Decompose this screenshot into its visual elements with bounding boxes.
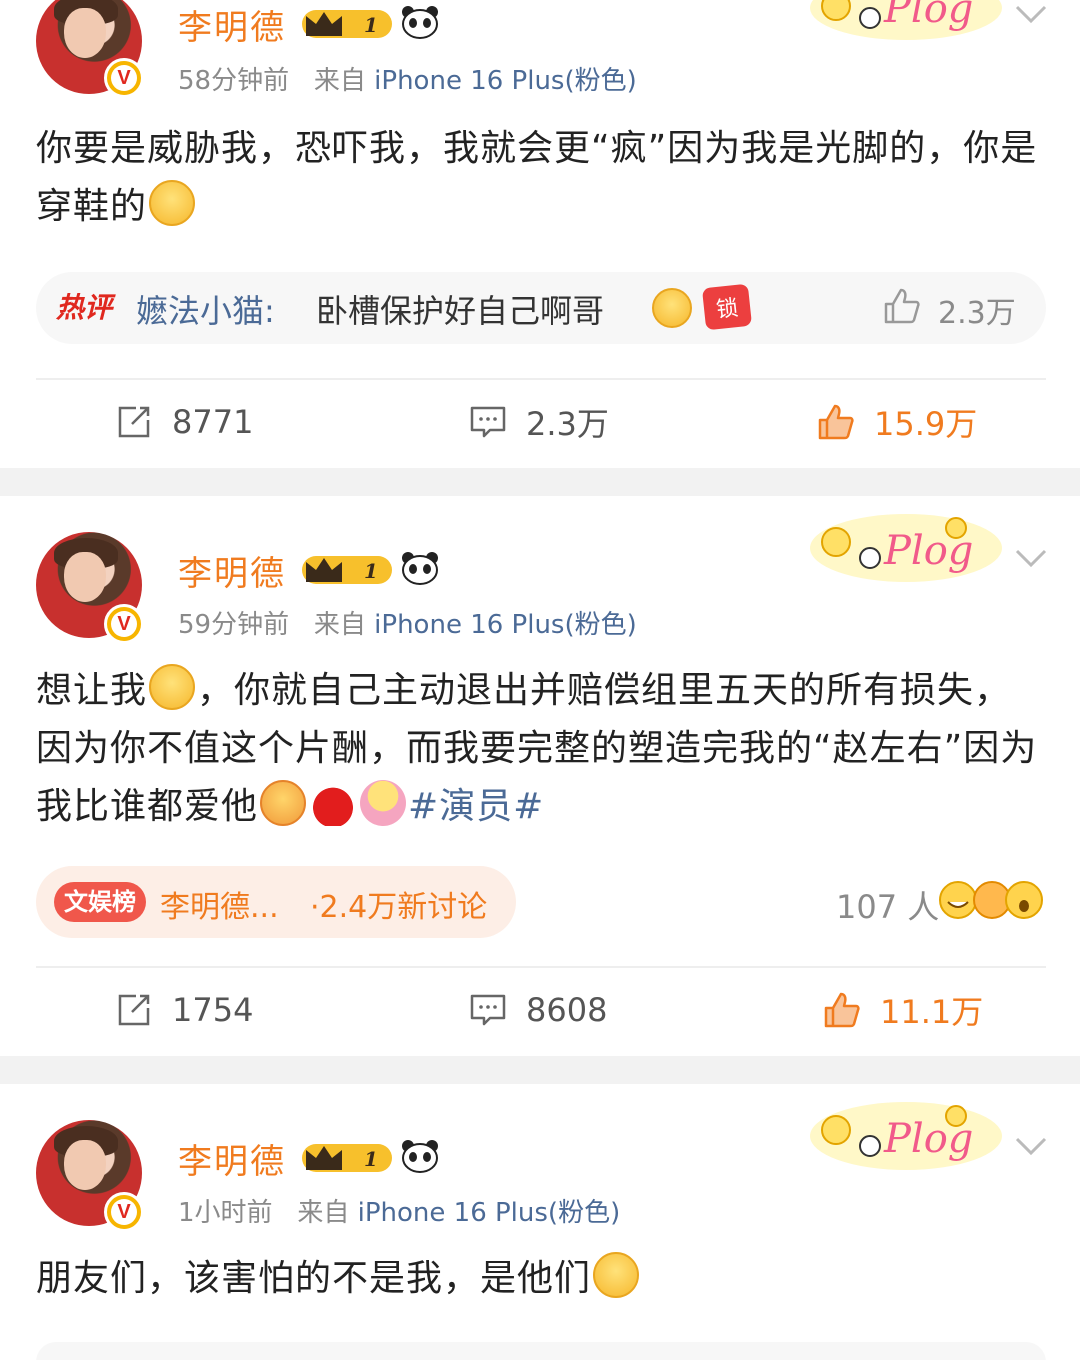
device-source[interactable]: iPhone 16 Plus(粉色): [374, 610, 637, 640]
post-meta: 58分钟前 来自 iPhone 16 Plus(粉色): [178, 60, 637, 97]
verified-badge-icon: V: [104, 58, 144, 98]
repost-button[interactable]: 1754: [114, 990, 253, 1030]
from-label: 来自: [297, 1198, 350, 1228]
hot-comment-user[interactable]: 嬷法小猫:: [136, 286, 275, 332]
chevron-down-icon[interactable]: [1014, 548, 1048, 568]
post-time: 58分钟前: [178, 66, 290, 96]
plog-sticker-icon: Plog: [810, 514, 1002, 582]
hot-comment[interactable]: [36, 1342, 1046, 1360]
post-text: 你要是威胁我，恐吓我，我就会更“疯”因为我是光脚的，你是穿鞋的: [36, 128, 1038, 227]
post-card: V 李明德 1 58分钟前 来自 iPhone 16 Plus(粉色) Plog…: [0, 0, 1080, 468]
post-card: V 李明德 1 1小时前 来自 iPhone 16 Plus(粉色) Plog …: [0, 1084, 1080, 1360]
from-label: 来自: [313, 66, 366, 96]
divider: [36, 966, 1046, 968]
lock-sticker-icon: 锁: [701, 283, 753, 331]
comment-button[interactable]: 8608: [468, 990, 607, 1030]
post-text: 朋友们，该害怕的不是我，是他们: [36, 1250, 1046, 1308]
level-crown-icon[interactable]: 1: [300, 552, 396, 588]
like-button[interactable]: 11.1万: [822, 990, 983, 1031]
flower-face-icon: [360, 780, 407, 826]
repost-icon: [118, 994, 150, 1026]
like-icon: [824, 992, 860, 1028]
chevron-down-icon[interactable]: [1014, 4, 1048, 24]
author-name[interactable]: 李明德: [178, 0, 286, 49]
svg-text:1: 1: [364, 1147, 378, 1171]
level-crown-icon[interactable]: 1: [300, 1140, 396, 1176]
like-icon[interactable]: [882, 286, 922, 326]
author-name[interactable]: 李明德: [178, 546, 286, 595]
comment-button[interactable]: 2.3万: [468, 402, 609, 443]
comment-icon: [470, 994, 506, 1026]
verified-badge-icon: V: [104, 604, 144, 644]
rank-tag: 文娱榜: [54, 882, 146, 922]
svg-text:1: 1: [364, 559, 378, 583]
author-name[interactable]: 李明德: [178, 1134, 286, 1183]
topic-link[interactable]: #演员#: [408, 786, 544, 827]
repost-icon: [118, 406, 150, 438]
panda-icon: [402, 552, 438, 585]
comment-icon: [470, 406, 506, 438]
panda-icon: [402, 1140, 438, 1173]
like-button[interactable]: 15.9万: [816, 402, 977, 443]
entertainment-rank-chip[interactable]: 文娱榜 李明德... ·2.4万新讨论: [36, 866, 516, 938]
plog-sticker-icon: Plog: [810, 1102, 1002, 1170]
chevron-down-icon[interactable]: [1014, 1136, 1048, 1156]
device-source[interactable]: iPhone 16 Plus(粉色): [374, 66, 637, 96]
repost-button[interactable]: 8771: [114, 402, 253, 442]
rank-name: 李明德...: [160, 890, 279, 925]
fan-icon: [260, 780, 307, 826]
plog-sticker-icon: Plog: [810, 0, 1002, 40]
svg-text:1: 1: [364, 13, 378, 37]
post-text: 想让我 ，你就自己主动退出并赔偿组里五天的所有损失，因为你不值这个片酬，而我要完整…: [36, 662, 1046, 836]
hot-comment-tag: 热评: [56, 291, 113, 324]
post-time: 59分钟前: [178, 610, 290, 640]
divider: [36, 378, 1046, 380]
post-time: 1小时前: [178, 1198, 273, 1228]
hot-comment-likes: 2.3万: [938, 296, 1016, 331]
verified-badge-icon: V: [104, 1192, 144, 1232]
post-meta: 1小时前 来自 iPhone 16 Plus(粉色): [178, 1192, 620, 1229]
level-crown-icon[interactable]: 1: [300, 6, 396, 42]
post-separator: [0, 468, 1080, 496]
reaction-emojis-icon[interactable]: [938, 880, 1044, 920]
post-card: V 李明德 1 59分钟前 来自 iPhone 16 Plus(粉色) Plog…: [0, 496, 1080, 1056]
svg-text:Plog: Plog: [883, 0, 973, 32]
cup-icon: [310, 780, 357, 826]
post-meta: 59分钟前 来自 iPhone 16 Plus(粉色): [178, 604, 637, 641]
post-separator: [0, 1056, 1080, 1084]
device-source[interactable]: iPhone 16 Plus(粉色): [358, 1198, 621, 1228]
from-label: 来自: [313, 610, 366, 640]
panda-icon: [402, 6, 438, 39]
rank-discussion: ·2.4万新讨论: [310, 890, 488, 925]
zipper-mouth-icon: [149, 664, 196, 710]
like-icon: [818, 404, 854, 440]
laugh-cry-icon: [652, 288, 692, 328]
smile-icon: [593, 1252, 640, 1298]
hot-comment-text: 卧槽保护好自己啊哥: [316, 292, 605, 330]
grin-icon: [149, 180, 196, 226]
reaction-count: 107 人: [836, 888, 940, 926]
hot-comment[interactable]: 热评 嬷法小猫: 卧槽保护好自己啊哥 锁 2.3万: [36, 272, 1046, 344]
